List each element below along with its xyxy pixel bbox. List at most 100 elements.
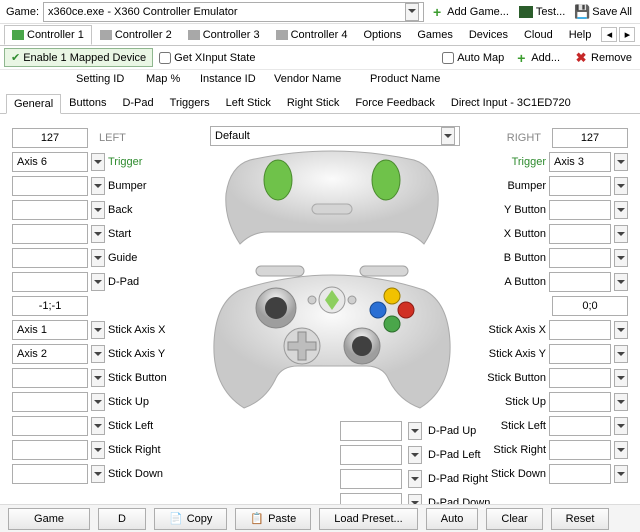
right-trigger-value[interactable]: 127 xyxy=(552,128,628,148)
chevron-down-icon[interactable] xyxy=(91,273,105,291)
chevron-down-icon[interactable] xyxy=(91,465,105,483)
chevron-down-icon[interactable] xyxy=(91,441,105,459)
right-bumper-combo[interactable] xyxy=(549,176,611,196)
chevron-down-icon[interactable] xyxy=(614,153,628,171)
subtab-left-stick[interactable]: Left Stick xyxy=(218,93,279,113)
chevron-down-icon[interactable] xyxy=(91,321,105,339)
tab-devices[interactable]: Devices xyxy=(461,25,516,45)
subtab-triggers[interactable]: Triggers xyxy=(162,93,218,113)
chevron-down-icon[interactable] xyxy=(614,393,628,411)
chevron-down-icon[interactable] xyxy=(408,446,422,464)
y-button-combo[interactable] xyxy=(549,200,611,220)
chevron-down-icon[interactable] xyxy=(614,249,628,267)
left-stick-deadzone[interactable]: -1;-1 xyxy=(12,296,88,316)
dpad-left-combo[interactable] xyxy=(340,445,402,465)
d-button[interactable]: D xyxy=(98,508,146,530)
chevron-down-icon[interactable] xyxy=(614,225,628,243)
right-axis-y-combo[interactable] xyxy=(549,344,611,364)
chevron-down-icon[interactable] xyxy=(614,273,628,291)
guide-combo[interactable] xyxy=(12,248,88,268)
tab-controller-3[interactable]: Controller 3 xyxy=(180,25,268,45)
subtab-general[interactable]: General xyxy=(6,94,61,114)
get-xinput-checkbox[interactable]: Get XInput State xyxy=(159,52,255,64)
left-trigger-combo[interactable]: Axis 6 xyxy=(12,152,88,172)
left-stick-up-combo[interactable] xyxy=(12,392,88,412)
back-combo[interactable] xyxy=(12,200,88,220)
chevron-down-icon[interactable] xyxy=(614,441,628,459)
chevron-down-icon[interactable] xyxy=(91,393,105,411)
preset-combo[interactable]: Default xyxy=(210,126,460,146)
tab-cloud[interactable]: Cloud xyxy=(516,25,561,45)
right-stick-left-combo[interactable] xyxy=(549,416,611,436)
subtab-buttons[interactable]: Buttons xyxy=(61,93,114,113)
chevron-down-icon[interactable] xyxy=(91,417,105,435)
left-stick-right-combo[interactable] xyxy=(12,440,88,460)
chevron-down-icon[interactable] xyxy=(441,127,455,145)
left-trigger-value[interactable]: 127 xyxy=(12,128,88,148)
chevron-down-icon[interactable] xyxy=(405,3,419,21)
chevron-down-icon[interactable] xyxy=(91,201,105,219)
x-button-combo[interactable] xyxy=(549,224,611,244)
chevron-down-icon[interactable] xyxy=(614,369,628,387)
tab-options[interactable]: Options xyxy=(355,25,409,45)
right-stick-deadzone[interactable]: 0;0 xyxy=(552,296,628,316)
game-combo[interactable]: x360ce.exe - X360 Controller Emulator xyxy=(43,2,424,22)
game-button[interactable]: Game xyxy=(8,508,90,530)
automap-checkbox[interactable]: Auto Map xyxy=(442,52,504,64)
tab-scroll-left[interactable]: ◂ xyxy=(601,27,617,42)
left-stick-left-combo[interactable] xyxy=(12,416,88,436)
b-button-combo[interactable] xyxy=(549,248,611,268)
left-stick-down-combo[interactable] xyxy=(12,464,88,484)
reset-button[interactable]: Reset xyxy=(551,508,610,530)
right-stick-right-combo[interactable] xyxy=(549,440,611,460)
paste-button[interactable]: 📋Paste xyxy=(235,508,311,530)
tab-controller-2[interactable]: Controller 2 xyxy=(92,25,180,45)
dpad-right-combo[interactable] xyxy=(340,469,402,489)
tab-controller-4[interactable]: Controller 4 xyxy=(268,25,356,45)
automap-input[interactable] xyxy=(442,52,454,64)
right-stick-down-combo[interactable] xyxy=(549,464,611,484)
get-xinput-input[interactable] xyxy=(159,52,171,64)
left-bumper-combo[interactable] xyxy=(12,176,88,196)
left-axis-y-combo[interactable]: Axis 2 xyxy=(12,344,88,364)
enable-devices-button[interactable]: Enable 1 Mapped Device xyxy=(4,48,153,67)
chevron-down-icon[interactable] xyxy=(91,225,105,243)
add-device-button[interactable]: + Add... xyxy=(510,49,564,67)
test-button[interactable]: Test... xyxy=(515,4,569,20)
a-button-combo[interactable] xyxy=(549,272,611,292)
chevron-down-icon[interactable] xyxy=(408,422,422,440)
right-trigger-combo[interactable]: Axis 3 xyxy=(549,152,611,172)
chevron-down-icon[interactable] xyxy=(408,470,422,488)
chevron-down-icon[interactable] xyxy=(614,201,628,219)
chevron-down-icon[interactable] xyxy=(91,345,105,363)
tab-scroll-right[interactable]: ▸ xyxy=(619,27,635,42)
right-axis-x-combo[interactable] xyxy=(549,320,611,340)
remove-device-button[interactable]: ✖ Remove xyxy=(570,49,636,67)
chevron-down-icon[interactable] xyxy=(91,369,105,387)
subtab-dpad[interactable]: D-Pad xyxy=(114,93,161,113)
dpad-up-combo[interactable] xyxy=(340,421,402,441)
chevron-down-icon[interactable] xyxy=(91,249,105,267)
tab-controller-1[interactable]: Controller 1 xyxy=(4,25,92,45)
chevron-down-icon[interactable] xyxy=(614,345,628,363)
copy-button[interactable]: 📄Copy xyxy=(154,508,227,530)
tab-help[interactable]: Help xyxy=(561,25,600,45)
subtab-force-feedback[interactable]: Force Feedback xyxy=(347,93,442,113)
left-stick-btn-combo[interactable] xyxy=(12,368,88,388)
clear-button[interactable]: Clear xyxy=(486,508,542,530)
tab-games[interactable]: Games xyxy=(409,25,460,45)
chevron-down-icon[interactable] xyxy=(614,465,628,483)
right-stick-up-combo[interactable] xyxy=(549,392,611,412)
load-preset-button[interactable]: Load Preset... xyxy=(319,508,418,530)
chevron-down-icon[interactable] xyxy=(614,417,628,435)
start-combo[interactable] xyxy=(12,224,88,244)
dpad-combo[interactable] xyxy=(12,272,88,292)
chevron-down-icon[interactable] xyxy=(614,321,628,339)
chevron-down-icon[interactable] xyxy=(91,177,105,195)
add-game-button[interactable]: + Add Game... xyxy=(426,3,513,21)
subtab-direct-input[interactable]: Direct Input - 3C1ED720 xyxy=(443,93,579,113)
chevron-down-icon[interactable] xyxy=(614,177,628,195)
left-axis-x-combo[interactable]: Axis 1 xyxy=(12,320,88,340)
chevron-down-icon[interactable] xyxy=(91,153,105,171)
subtab-right-stick[interactable]: Right Stick xyxy=(279,93,348,113)
